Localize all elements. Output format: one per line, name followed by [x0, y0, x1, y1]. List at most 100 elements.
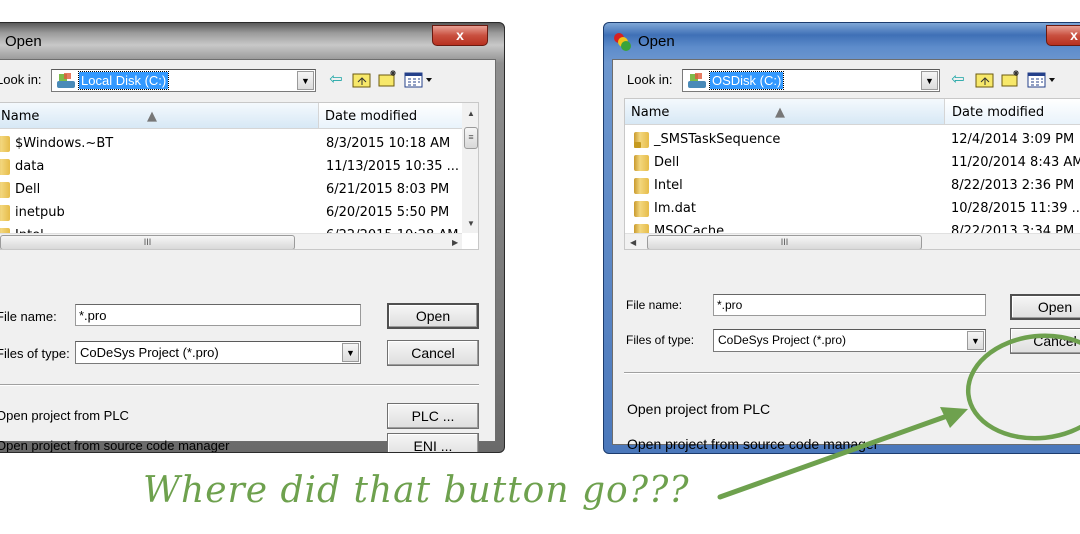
files-of-type-dropdown[interactable]: CoDeSys Project (*.pro) ▼: [713, 329, 986, 352]
file-list[interactable]: ▲ Name Date modified _SMSTaskSequence 12/…: [624, 98, 1080, 250]
scroll-thumb[interactable]: ≡: [464, 127, 478, 149]
file-row[interactable]: Intel 8/22/2013 2:36 PM: [625, 175, 1080, 198]
files-of-type-label: Files of type:: [626, 333, 695, 347]
folder-icon: [0, 159, 10, 175]
open-dialog-new: Open x Look in: OSDisk (C:) ▼ ⇦ ▲ Name D…: [603, 22, 1080, 454]
file-name: Dell: [15, 182, 41, 197]
annotation-text: Where did that button go???: [143, 470, 690, 511]
file-row[interactable]: Dell 11/20/2014 8:43 AM: [625, 152, 1080, 175]
cancel-button[interactable]: Cancel: [387, 340, 479, 366]
file-row[interactable]: $Windows.~BT 8/3/2015 10:18 AM: [0, 133, 462, 156]
folder-icon: [0, 136, 10, 152]
look-in-dropdown[interactable]: Local Disk (C:) ▼: [51, 69, 316, 92]
look-in-dropdown[interactable]: OSDisk (C:) ▼: [682, 69, 940, 92]
file-row[interactable]: _SMSTaskSequence 12/4/2014 3:09 PM: [625, 129, 1080, 152]
column-header-date[interactable]: Date modified: [945, 99, 1080, 125]
view-menu-icon[interactable]: [1027, 71, 1059, 89]
file-name-input[interactable]: *.pro: [75, 304, 361, 326]
separator: [624, 372, 1080, 374]
dropdown-arrow-icon[interactable]: ▼: [921, 71, 938, 90]
look-in-value: Local Disk (C:): [77, 71, 170, 90]
column-header-date[interactable]: Date modified: [319, 103, 462, 129]
close-icon: x: [1070, 27, 1078, 43]
sort-ascending-icon: ▲: [775, 105, 785, 120]
look-in-label: Look in:: [0, 72, 42, 87]
open-button[interactable]: Open: [1010, 294, 1080, 320]
open-button[interactable]: Open: [387, 303, 479, 329]
close-icon: x: [456, 27, 464, 43]
dialog-body: Look in: OSDisk (C:) ▼ ⇦ ▲ Name Date mod…: [612, 59, 1080, 452]
dialog-body: Look in: Local Disk (C:) ▼ ⇦ ▲ Name Date…: [0, 59, 496, 452]
file-name: $Windows.~BT: [15, 136, 114, 151]
dialog-title: Open: [5, 33, 42, 50]
file-name-input[interactable]: *.pro: [713, 294, 986, 316]
file-row[interactable]: Im.dat 10/28/2015 11:39 ...: [625, 198, 1080, 221]
file-name-label: File name:: [0, 309, 57, 324]
file-date: 10/28/2015 11:39 ...: [951, 201, 1080, 216]
file-name: Intel: [654, 178, 683, 193]
folder-icon: [634, 201, 649, 217]
back-icon[interactable]: ⇦: [948, 71, 968, 89]
cancel-button[interactable]: Cancel: [1010, 328, 1080, 354]
file-list[interactable]: ▲ Name Date modified $Windows.~BT 8/3/201…: [0, 102, 479, 250]
file-name: _SMSTaskSequence: [654, 132, 781, 147]
up-folder-icon[interactable]: [975, 71, 995, 89]
scroll-thumb[interactable]: III: [647, 235, 922, 249]
file-name: Dell: [654, 155, 680, 170]
file-date: 8/22/2013 2:36 PM: [951, 178, 1075, 193]
eni-button[interactable]: ENI ...: [387, 433, 479, 452]
plc-label: Open project from PLC: [627, 401, 771, 417]
separator: [0, 384, 479, 386]
file-date: 12/4/2014 3:09 PM: [951, 132, 1075, 147]
close-button[interactable]: x: [432, 25, 488, 46]
column-header-name[interactable]: ▲ Name: [0, 103, 319, 129]
plc-button[interactable]: PLC ...: [387, 403, 479, 429]
file-name: Im.dat: [654, 201, 696, 216]
up-folder-icon[interactable]: [352, 71, 372, 89]
dropdown-arrow-icon[interactable]: ▼: [297, 71, 314, 90]
file-name: inetpub: [15, 205, 65, 220]
close-button[interactable]: x: [1046, 25, 1080, 46]
new-folder-icon[interactable]: [378, 69, 398, 87]
file-date: 6/21/2015 8:03 PM: [326, 182, 450, 197]
horizontal-scrollbar[interactable]: ◀ III ▶: [625, 233, 1080, 249]
back-icon[interactable]: ⇦: [326, 71, 346, 89]
file-name: data: [15, 159, 45, 174]
file-date: 8/3/2015 10:18 AM: [326, 136, 451, 151]
horizontal-scrollbar[interactable]: III ▶: [0, 233, 462, 249]
files-of-type-dropdown[interactable]: CoDeSys Project (*.pro) ▼: [75, 341, 361, 364]
file-date: 11/13/2015 10:35 ...: [326, 159, 460, 174]
file-row[interactable]: Dell 6/21/2015 8:03 PM: [0, 179, 462, 202]
folder-icon: [0, 182, 10, 198]
scroll-up-icon[interactable]: ▲: [467, 109, 475, 118]
scroll-left-icon[interactable]: ◀: [630, 238, 636, 247]
look-in-label: Look in:: [627, 72, 673, 87]
folder-icon: [634, 155, 649, 171]
drive-icon: [688, 73, 706, 88]
dropdown-arrow-icon[interactable]: ▼: [967, 331, 984, 350]
eni-label: Open project from source code manager: [627, 436, 879, 452]
sort-ascending-icon: ▲: [147, 109, 157, 124]
new-folder-icon[interactable]: [1001, 69, 1021, 87]
title-bar: Open x: [0, 23, 504, 59]
scroll-right-icon[interactable]: ▶: [452, 238, 458, 247]
files-of-type-value: CoDeSys Project (*.pro): [718, 333, 847, 347]
locked-folder-icon: [634, 132, 649, 148]
file-name-label: File name:: [626, 298, 683, 312]
dropdown-arrow-icon[interactable]: ▼: [342, 343, 359, 362]
column-header-name[interactable]: ▲ Name: [625, 99, 945, 125]
look-in-value: OSDisk (C:): [708, 71, 785, 90]
eni-label: Open project from source code manager: [0, 438, 230, 453]
scroll-thumb[interactable]: III: [0, 235, 295, 249]
folder-icon: [634, 178, 649, 194]
plc-label: Open project from PLC: [0, 408, 129, 423]
dialog-title: Open: [638, 33, 675, 50]
files-of-type-value: CoDeSys Project (*.pro): [80, 345, 219, 360]
file-row[interactable]: inetpub 6/20/2015 5:50 PM: [0, 202, 462, 225]
file-date: 6/20/2015 5:50 PM: [326, 205, 450, 220]
folder-icon: [0, 205, 10, 221]
scroll-down-icon[interactable]: ▼: [467, 219, 475, 228]
file-row[interactable]: data 11/13/2015 10:35 ...: [0, 156, 462, 179]
view-menu-icon[interactable]: [404, 71, 436, 89]
vertical-scrollbar[interactable]: ▲ ≡ ▼: [462, 103, 478, 233]
